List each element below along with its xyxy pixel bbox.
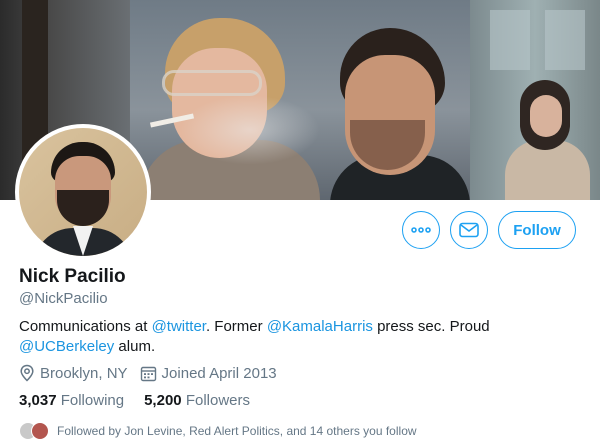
joined-text: Joined April 2013 [161, 364, 277, 382]
profile-avatar[interactable] [15, 124, 151, 260]
following-count: 3,037 [19, 392, 57, 409]
banner-smoke [180, 95, 320, 165]
calendar-icon [140, 366, 156, 381]
profile-handle: @NickPacilio [19, 290, 108, 307]
followed-by[interactable]: Followed by Jon Levine, Red Alert Politi… [19, 422, 417, 440]
envelope-icon [459, 222, 479, 238]
bio-link-kamalaharris[interactable]: @KamalaHarris [267, 318, 373, 335]
bio-text: Communications at [19, 318, 152, 335]
followers-label: Followers [185, 392, 250, 409]
follow-button[interactable]: Follow [498, 211, 576, 249]
banner-window [490, 10, 530, 70]
profile-joined: Joined April 2013 [140, 365, 277, 382]
profile-stats: 3,037 Following 5,200 Followers [19, 392, 270, 409]
profile-bio: Communications at @twitter. Former @Kama… [19, 317, 579, 357]
location-text: Brooklyn, NY [40, 364, 128, 382]
profile-location: Brooklyn, NY [19, 364, 128, 382]
bio-link-twitter[interactable]: @twitter [152, 318, 206, 335]
message-button[interactable] [450, 211, 488, 249]
followers-count: 5,200 [144, 392, 182, 409]
avatar-beard [57, 190, 109, 226]
bio-link-ucberkeley[interactable]: @UCBerkeley [19, 338, 114, 355]
banner-bg-person-face [530, 95, 562, 137]
more-button[interactable] [402, 211, 440, 249]
follower-avatar [31, 422, 49, 440]
bio-text: alum. [114, 338, 156, 355]
profile-meta: Brooklyn, NY Joined April 2013 [19, 364, 289, 382]
banner-glasses [162, 70, 262, 96]
followed-by-text: Followed by Jon Levine, Red Alert Politi… [57, 424, 417, 438]
bio-text: . Former [205, 318, 267, 335]
following-stat[interactable]: 3,037 Following [19, 392, 124, 409]
following-label: Following [60, 392, 125, 409]
more-dots-icon [411, 227, 431, 233]
profile-name: Nick Pacilio [19, 266, 126, 287]
location-pin-icon [20, 364, 34, 382]
banner-window [545, 10, 585, 70]
followers-stat[interactable]: 5,200 Followers [144, 392, 250, 409]
bio-text: press sec. Proud [372, 318, 490, 335]
